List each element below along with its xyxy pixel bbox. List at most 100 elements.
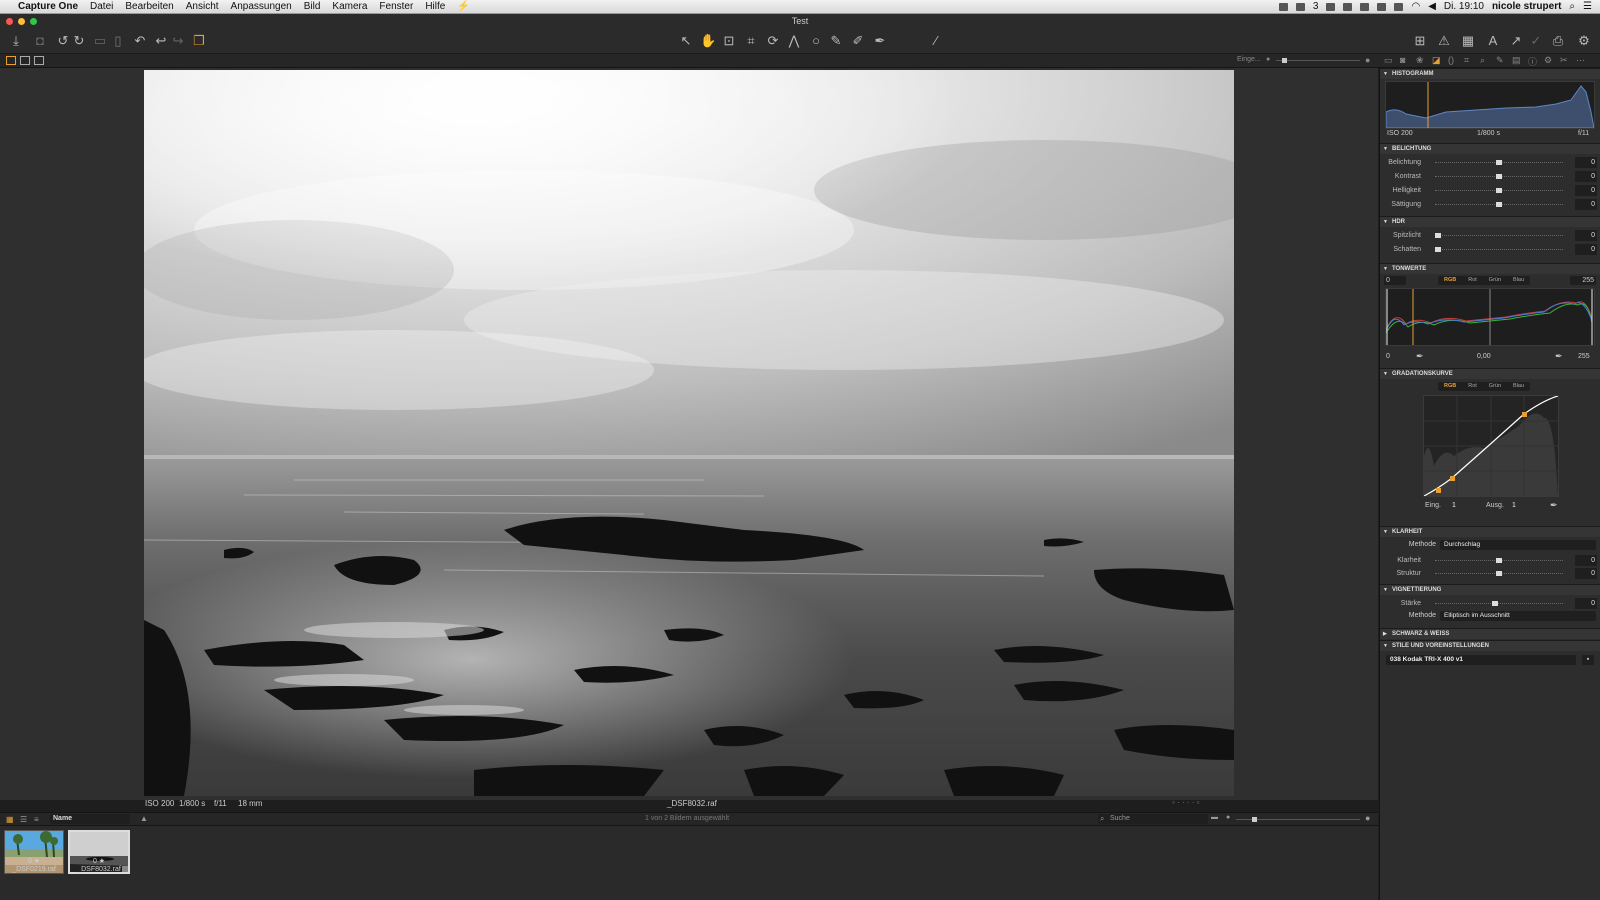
composition-tab-icon[interactable]: ⌗ <box>1464 55 1469 66</box>
levels-output-high[interactable]: 255 <box>1578 353 1590 360</box>
picker-icon[interactable]: ✒ <box>872 33 888 49</box>
channel-blue[interactable]: Blau <box>1507 382 1530 391</box>
curve-picker-icon[interactable]: ✒ <box>1550 500 1558 511</box>
menu-kamera[interactable]: Kamera <box>326 1 373 12</box>
menu-hilfe[interactable]: Hilfe <box>419 1 451 12</box>
clarity-method-select[interactable]: Durchschlag <box>1440 540 1596 550</box>
sort-select[interactable]: Name <box>50 814 130 824</box>
keystone-icon[interactable]: ⋀ <box>786 33 802 49</box>
menu-bild[interactable]: Bild <box>298 1 327 12</box>
menu-ansicht[interactable]: Ansicht <box>180 1 225 12</box>
slider-knob[interactable] <box>1496 571 1502 576</box>
brush-icon[interactable]: ✎ <box>828 33 844 49</box>
detail-view-icon[interactable]: ≡ <box>34 815 39 824</box>
exposure-slider[interactable] <box>1435 160 1563 165</box>
histogram-header[interactable]: HISTOGRAMM <box>1380 68 1600 79</box>
style-preset-select[interactable]: 038 Kodak TRI-X 400 v1 <box>1386 655 1576 665</box>
photo-seascape[interactable] <box>144 70 1234 796</box>
exposure-tab-icon[interactable]: ◪ <box>1432 55 1441 66</box>
highlight-slider[interactable] <box>1435 233 1563 238</box>
color-tab-icon[interactable]: ❀ <box>1416 55 1424 66</box>
list-view-icon[interactable]: ☰ <box>20 815 27 824</box>
saturation-value[interactable]: 0 <box>1575 199 1597 210</box>
thumbnail-view-icon[interactable]: ▦ <box>6 815 14 824</box>
reset-icon[interactable]: ↶ <box>132 33 148 49</box>
contrast-value[interactable]: 0 <box>1575 171 1597 182</box>
zoom-window-icon[interactable] <box>30 18 37 25</box>
proof-icon[interactable]: ↗ <box>1508 33 1524 49</box>
channel-green[interactable]: Grün <box>1483 276 1507 285</box>
library-tab-icon[interactable]: ▭ <box>1384 55 1393 66</box>
curve-graph[interactable] <box>1423 395 1559 497</box>
bolt-icon[interactable]: ⚡ <box>451 1 475 12</box>
levels-channel-switch[interactable]: RGB Rot Grün Blau <box>1438 276 1531 285</box>
view-options-icon[interactable]: ▫ · · · · ▫ <box>1172 798 1199 807</box>
slider-knob[interactable] <box>1435 233 1441 238</box>
shadow-slider[interactable] <box>1435 247 1563 252</box>
channel-rgb[interactable]: RGB <box>1438 276 1462 285</box>
zoom-slider-knob[interactable] <box>1282 58 1287 63</box>
slider-knob[interactable] <box>1496 558 1502 563</box>
clarity-value[interactable]: 0 <box>1575 555 1597 566</box>
capture-icon[interactable]: ◘ <box>32 33 48 49</box>
folder-icon[interactable]: ▭ <box>92 33 108 49</box>
vignetting-method-select[interactable]: Elliptisch im Ausschnitt <box>1440 611 1596 621</box>
tray-icon[interactable] <box>1343 2 1353 11</box>
brightness-value[interactable]: 0 <box>1575 185 1597 196</box>
rotate-right-icon[interactable]: ↻ <box>71 33 87 49</box>
clarity-header[interactable]: KLARHEIT <box>1380 526 1600 537</box>
slider-knob[interactable] <box>1496 174 1502 179</box>
batch-tab-icon[interactable]: ✂ <box>1560 55 1568 66</box>
vignetting-header[interactable]: VIGNETTIERUNG <box>1380 584 1600 595</box>
menu-datei[interactable]: Datei <box>84 1 119 12</box>
structure-value[interactable]: 0 <box>1575 568 1597 579</box>
grid-icon[interactable]: ⊞ <box>1412 33 1428 49</box>
vignetting-strength-slider[interactable] <box>1435 601 1563 606</box>
text-icon[interactable]: A <box>1485 33 1501 49</box>
brightness-slider[interactable] <box>1435 188 1563 193</box>
trash-icon[interactable]: ▯ <box>110 33 126 49</box>
thumbnail-rating[interactable]: 0 ★ <box>3 857 65 865</box>
clock[interactable]: Di. 19:10 <box>1444 1 1484 12</box>
tray-icon[interactable] <box>1360 2 1370 11</box>
highlight-picker-icon[interactable]: ✒ <box>1555 351 1563 362</box>
add-style-icon[interactable]: ▪ <box>1582 655 1594 665</box>
levels-output-low[interactable]: 0 <box>1386 353 1390 360</box>
menu-app[interactable]: Capture One <box>12 1 84 12</box>
spot-removal-icon[interactable]: ○ <box>808 33 824 49</box>
grid-overlay-icon[interactable]: ▦ <box>1460 33 1476 49</box>
pan-hand-icon[interactable]: ✋ <box>700 33 716 49</box>
channel-rgb[interactable]: RGB <box>1438 382 1462 391</box>
tray-icon[interactable] <box>1326 2 1336 11</box>
exposure-value[interactable]: 0 <box>1575 157 1597 168</box>
print-icon[interactable]: ⎙ <box>1550 33 1566 49</box>
channel-red[interactable]: Rot <box>1462 276 1483 285</box>
channel-blue[interactable]: Blau <box>1507 276 1530 285</box>
notifications-icon[interactable]: ☰ <box>1583 1 1592 12</box>
details-tab-icon[interactable]: ⌕ <box>1480 55 1485 66</box>
channel-green[interactable]: Grün <box>1483 382 1507 391</box>
tray-icon[interactable] <box>1295 2 1305 11</box>
adjustments-tab-icon[interactable]: ▤ <box>1512 55 1521 66</box>
exposure-header[interactable]: BELICHTUNG <box>1380 143 1600 154</box>
metadata-tab-icon[interactable]: ⓘ <box>1528 55 1537 68</box>
close-window-icon[interactable] <box>6 18 13 25</box>
thumbnail-rating[interactable]: 0 ★ <box>68 857 130 865</box>
menu-bearbeiten[interactable]: Bearbeiten <box>119 1 179 12</box>
channel-red[interactable]: Rot <box>1462 382 1483 391</box>
volume-icon[interactable]: ◀ <box>1428 1 1436 12</box>
capture-tab-icon[interactable]: ◙ <box>1400 55 1405 65</box>
menu-anpassungen[interactable]: Anpassungen <box>225 1 298 12</box>
exposure-warning-icon[interactable]: ⚠ <box>1436 33 1452 49</box>
check-icon[interactable]: ✓ <box>1528 33 1544 49</box>
levels-header[interactable]: TONWERTE <box>1380 263 1600 274</box>
rotate-left-icon[interactable]: ↺ <box>55 33 71 49</box>
levels-input-low[interactable]: 0 <box>1384 276 1406 285</box>
shadow-picker-icon[interactable]: ✒ <box>1416 351 1424 362</box>
crop-icon[interactable]: ⌗ <box>743 33 759 49</box>
slider-knob[interactable] <box>1496 202 1502 207</box>
draw-mask-icon[interactable]: ⁄ <box>928 33 944 49</box>
clarity-slider[interactable] <box>1435 558 1563 563</box>
lens-tab-icon[interactable]: () <box>1448 55 1454 65</box>
sort-direction-icon[interactable]: ▲ <box>140 814 148 823</box>
